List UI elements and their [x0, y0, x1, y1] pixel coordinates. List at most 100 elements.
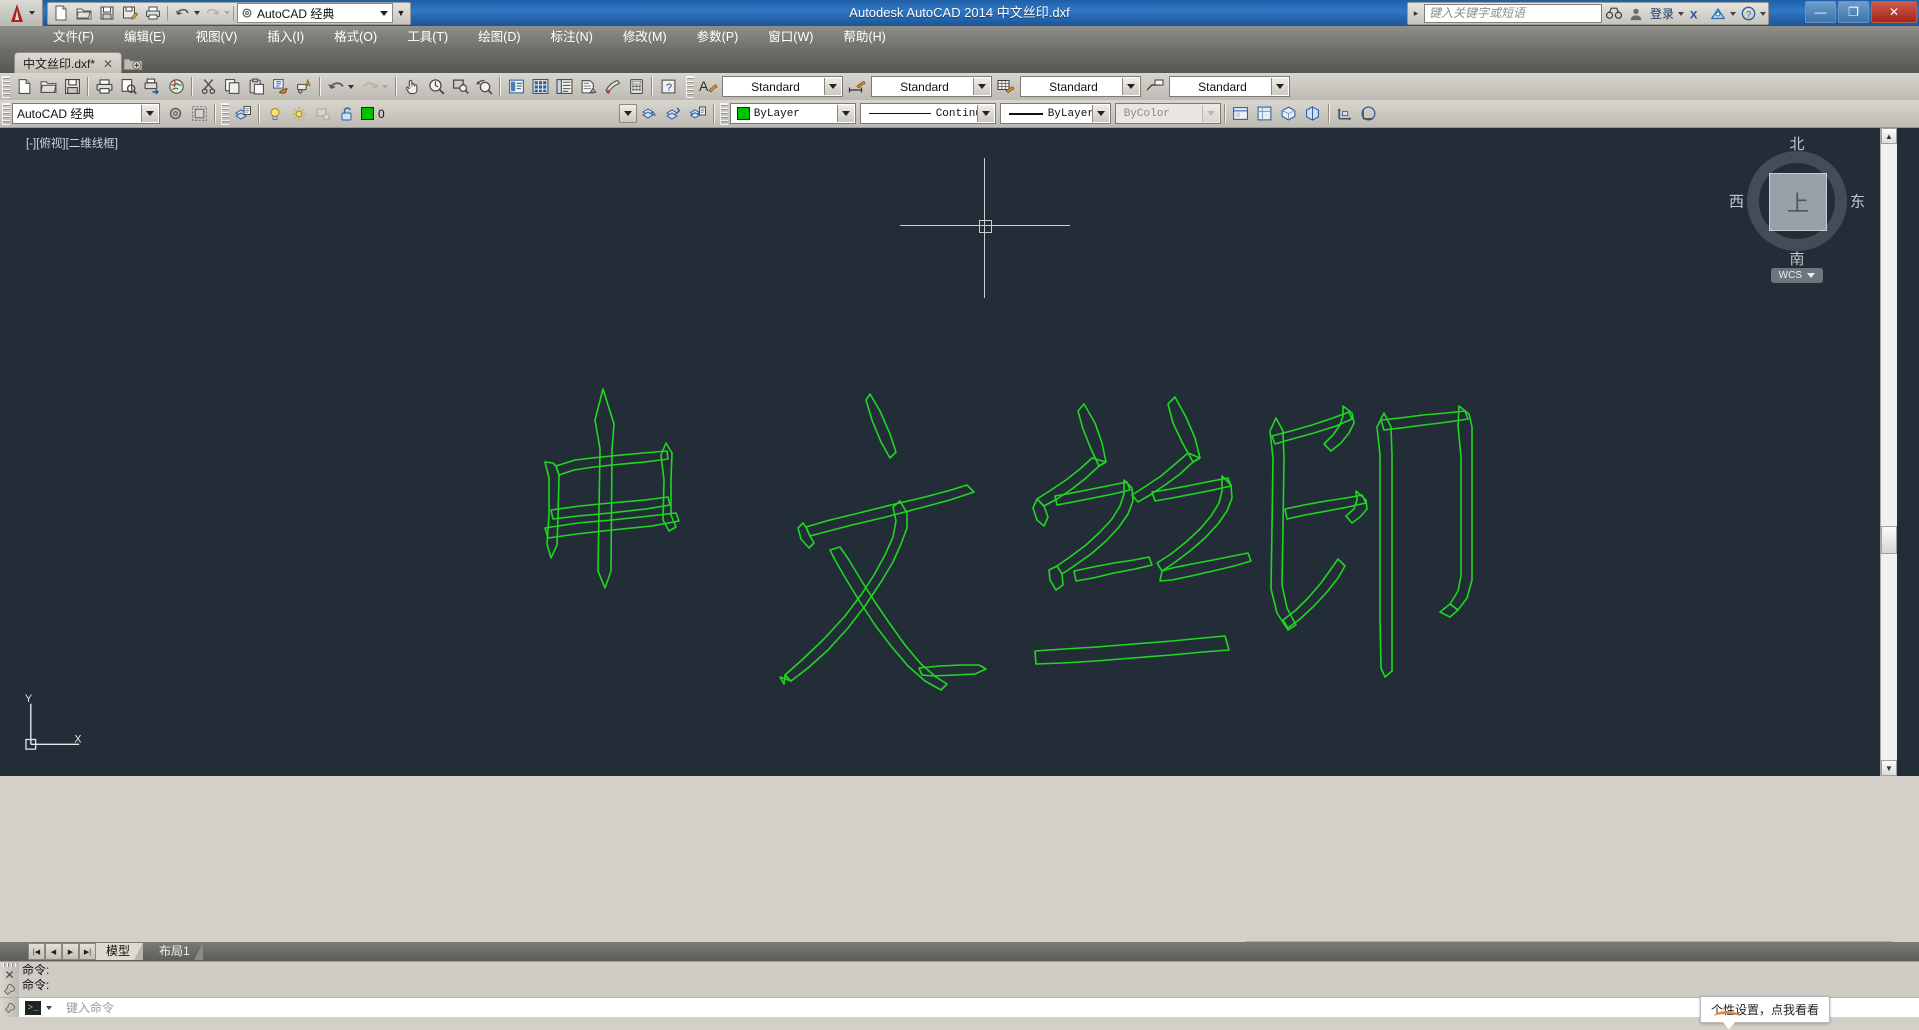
viewcube-west-label[interactable]: 西 [1729, 191, 1744, 212]
layer-properties-icon[interactable] [231, 102, 255, 125]
tab-model[interactable]: 模型 [96, 943, 144, 960]
close-button[interactable]: ✕ [1871, 1, 1917, 23]
viewcube-east-label[interactable]: 东 [1850, 191, 1865, 212]
sw-isometric-icon[interactable] [1277, 102, 1301, 125]
open-folder-icon[interactable] [73, 4, 95, 23]
sun-icon[interactable] [287, 102, 311, 125]
text-style-icon[interactable]: A [696, 75, 720, 98]
chevron-down-icon[interactable] [1807, 273, 1815, 278]
plot-icon[interactable] [142, 4, 164, 23]
mleader-style-combo[interactable]: Standard [1169, 76, 1290, 97]
undo-icon[interactable] [324, 75, 348, 98]
properties-icon[interactable] [504, 75, 528, 98]
login-label[interactable]: 登录 [1648, 5, 1676, 22]
top-view-icon[interactable] [1253, 102, 1277, 125]
menu-format[interactable]: 格式(O) [319, 26, 392, 49]
scroll-up-button[interactable]: ▲ [1881, 128, 1897, 144]
menu-draw[interactable]: 绘图(D) [463, 26, 535, 49]
menu-insert[interactable]: 插入(I) [252, 26, 319, 49]
gear-icon[interactable] [163, 102, 187, 125]
layer-states-icon[interactable] [686, 102, 710, 125]
calculator-icon[interactable] [624, 75, 648, 98]
sheetset-icon[interactable] [576, 75, 600, 98]
pan-icon[interactable] [400, 75, 424, 98]
drawing-entities[interactable] [0, 128, 1919, 776]
tab-layout1[interactable]: 布局1 [149, 943, 203, 960]
paste-icon[interactable] [244, 75, 268, 98]
match-properties-icon[interactable] [268, 75, 292, 98]
tool-palettes-icon[interactable] [552, 75, 576, 98]
command-window-grip[interactable]: ✕ [0, 962, 19, 999]
redo-icon[interactable] [358, 75, 382, 98]
new-file-tab-button[interactable] [120, 53, 146, 72]
zoom-previous-icon[interactable] [472, 75, 496, 98]
workspace-combo[interactable]: AutoCAD 经典 [237, 3, 393, 23]
chevron-down-icon[interactable] [1091, 105, 1109, 122]
viewcube-south-label[interactable]: 南 [1789, 248, 1804, 269]
autodesk360-dropdown-icon[interactable] [1730, 11, 1736, 16]
viewcube[interactable]: 上 北 南 西 东 [1729, 136, 1865, 268]
undo-dropdown-icon[interactable] [348, 84, 354, 89]
my-workspace-icon[interactable] [187, 102, 211, 125]
chevron-down-icon[interactable] [1271, 78, 1288, 95]
table-style-icon[interactable] [994, 75, 1018, 98]
ucs-icon[interactable] [1333, 102, 1357, 125]
menu-dimension[interactable]: 标注(N) [536, 26, 608, 49]
help-icon[interactable]: ? [656, 75, 680, 98]
menu-window[interactable]: 窗口(W) [753, 26, 828, 49]
nav-last-button[interactable]: ▶| [79, 943, 96, 960]
properties-toolbar-grip[interactable] [719, 102, 728, 125]
menu-parametric[interactable]: 参数(P) [682, 26, 754, 49]
redo-icon[interactable] [201, 4, 223, 23]
menu-file[interactable]: 文件(F) [38, 26, 109, 49]
nav-next-button[interactable]: ▶ [62, 943, 79, 960]
viewport-freeze-icon[interactable] [311, 102, 335, 125]
lightbulb-icon[interactable] [263, 102, 287, 125]
drawing-area[interactable]: [-][俯视][二维线框] 上 北 南 西 东 WCS Y X [0, 128, 1919, 776]
close-icon[interactable]: ✕ [103, 57, 113, 71]
layer-combo[interactable] [391, 104, 638, 123]
file-tab-active[interactable]: 中文丝印.dxf* ✕ [14, 52, 123, 74]
new-file-icon[interactable] [12, 75, 36, 98]
copy-icon[interactable] [220, 75, 244, 98]
menu-modify[interactable]: 修改(M) [608, 26, 682, 49]
quick-access-more-button[interactable]: ▼ [394, 4, 408, 23]
quick-select-icon[interactable] [292, 75, 316, 98]
help-dropdown-icon[interactable] [1760, 11, 1766, 16]
wcs-icon[interactable] [1357, 102, 1381, 125]
layer-previous-icon[interactable] [638, 102, 662, 125]
nav-first-button[interactable]: |◀ [28, 943, 45, 960]
linetype-combo[interactable]: Continuous [859, 103, 996, 124]
command-prompt-icon[interactable]: >_ [25, 1000, 41, 1015]
binoculars-icon[interactable] [1604, 4, 1624, 23]
vertical-scroll-thumb[interactable] [1881, 526, 1897, 554]
zoom-window-icon[interactable] [448, 75, 472, 98]
text-style-combo[interactable]: Standard [722, 76, 843, 97]
undo-icon[interactable] [171, 4, 193, 23]
named-views-icon[interactable] [1229, 102, 1253, 125]
application-menu-button[interactable] [0, 0, 43, 26]
viewcube-north-label[interactable]: 北 [1789, 133, 1804, 154]
help-icon[interactable]: ? [1738, 4, 1758, 23]
command-input-row[interactable]: >_ 键入命令 [0, 997, 1919, 1017]
chevron-down-icon[interactable] [976, 105, 994, 122]
toolbar-grip[interactable] [2, 75, 10, 98]
command-history-area[interactable]: ✕ 命令: 命令: [0, 961, 1919, 999]
publish-icon[interactable] [140, 75, 164, 98]
unlock-icon[interactable] [335, 102, 359, 125]
viewcube-top-face[interactable]: 上 [1769, 173, 1827, 231]
login-dropdown-icon[interactable] [1678, 11, 1684, 16]
chevron-down-icon[interactable] [618, 104, 637, 123]
save-icon[interactable] [60, 75, 84, 98]
zoom-realtime-icon[interactable] [424, 75, 448, 98]
designcenter-icon[interactable] [528, 75, 552, 98]
menu-edit[interactable]: 编辑(E) [109, 26, 181, 49]
workspace-toolbar-grip[interactable] [2, 102, 10, 125]
command-grip-dots[interactable] [3, 963, 16, 967]
layers-toolbar-grip[interactable] [221, 102, 229, 125]
dimension-style-icon[interactable] [845, 75, 869, 98]
exchange-icon[interactable]: X [1686, 4, 1706, 23]
vertical-scrollbar[interactable]: ▲ ▼ [1880, 128, 1897, 776]
plot-preview-icon[interactable] [116, 75, 140, 98]
user-icon[interactable] [1626, 4, 1646, 23]
